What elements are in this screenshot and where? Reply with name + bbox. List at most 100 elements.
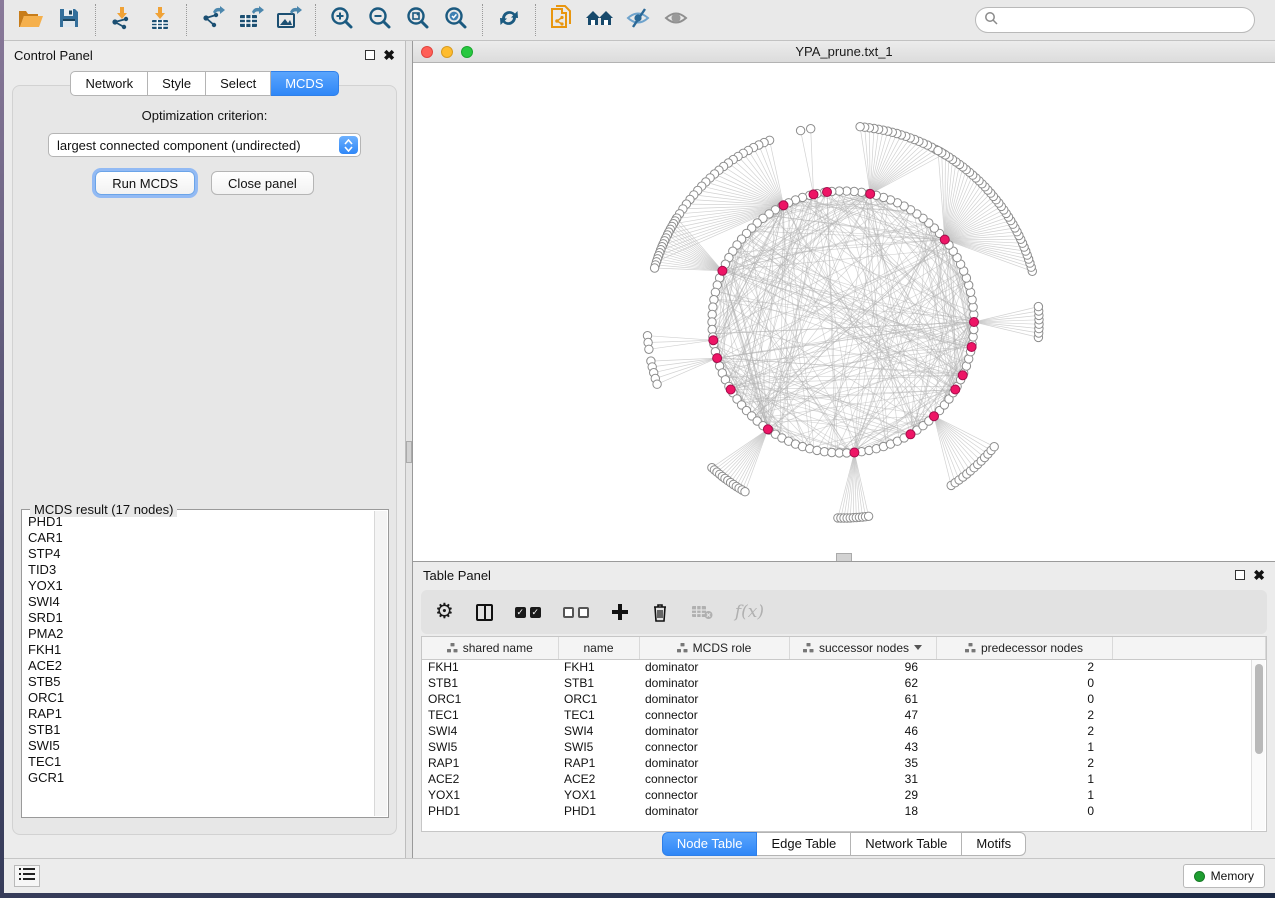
table-cell[interactable]: 1 [936,787,1112,803]
table-row[interactable]: TEC1TEC1connector472 [422,707,1266,723]
table-row[interactable]: SWI4SWI4dominator462 [422,723,1266,739]
tab-select[interactable]: Select [206,71,271,96]
table-cell[interactable]: connector [639,707,789,723]
clear-checks-icon[interactable] [563,607,589,618]
table-cell[interactable]: 0 [936,803,1112,819]
table-cell[interactable]: 31 [789,771,936,787]
table-cell[interactable]: 2 [936,755,1112,771]
mcds-result-item[interactable]: ACE2 [26,658,374,674]
table-row[interactable]: FKH1FKH1dominator962 [422,659,1266,675]
table-cell[interactable]: 2 [936,723,1112,739]
import-network-button[interactable] [105,4,139,36]
horizontal-splitter-grip[interactable] [836,553,852,561]
table-scrollbar[interactable] [1251,660,1265,830]
column-header-predecessor-nodes[interactable]: predecessor nodes [936,637,1112,659]
table-cell[interactable]: TEC1 [422,707,558,723]
mcds-result-item[interactable]: ORC1 [26,690,374,706]
export-network-button[interactable] [196,4,230,36]
criterion-select[interactable]: largest connected component (undirected) [48,133,361,157]
table-cell[interactable]: STB1 [558,675,639,691]
table-row[interactable]: STB1STB1dominator620 [422,675,1266,691]
mcds-result-item[interactable]: GCR1 [26,770,374,786]
mcds-result-item[interactable]: CAR1 [26,530,374,546]
table-cell[interactable]: dominator [639,675,789,691]
zoom-in-button[interactable] [325,4,359,36]
table-cell[interactable]: 43 [789,739,936,755]
table-row[interactable]: RAP1RAP1dominator352 [422,755,1266,771]
table-cell[interactable]: 18 [789,803,936,819]
table-row[interactable]: PHD1PHD1dominator180 [422,803,1266,819]
zoom-selected-button[interactable] [439,4,473,36]
table-cell[interactable]: SWI5 [558,739,639,755]
mcds-result-item[interactable]: STP4 [26,546,374,562]
import-table-button[interactable] [143,4,177,36]
table-cell[interactable]: 2 [936,659,1112,675]
mcds-result-item[interactable]: YOX1 [26,578,374,594]
table-row[interactable]: ORC1ORC1dominator610 [422,691,1266,707]
table-cell[interactable]: 96 [789,659,936,675]
task-history-button[interactable] [14,865,40,887]
table-cell[interactable]: 0 [936,691,1112,707]
export-image-button[interactable] [272,4,306,36]
table-row[interactable]: ACE2ACE2connector311 [422,771,1266,787]
table-cell[interactable]: FKH1 [422,659,558,675]
table-cell[interactable]: PHD1 [558,803,639,819]
table-cell[interactable]: 2 [936,707,1112,723]
tab-mcds[interactable]: MCDS [271,71,338,96]
show-graphics-button[interactable] [659,4,693,36]
tab-motifs[interactable]: Motifs [962,832,1026,856]
table-cell[interactable]: RAP1 [422,755,558,771]
table-cell[interactable]: SWI4 [558,723,639,739]
mcds-result-item[interactable]: SWI5 [26,738,374,754]
table-cell[interactable]: STB1 [422,675,558,691]
zoom-fit-button[interactable] [401,4,435,36]
tab-network[interactable]: Network [70,71,148,96]
table-cell[interactable]: 46 [789,723,936,739]
gear-icon[interactable]: ⚙ [435,602,454,622]
table-cell[interactable]: PHD1 [422,803,558,819]
mcds-result-item[interactable]: PMA2 [26,626,374,642]
table-row[interactable]: SWI5SWI5connector431 [422,739,1266,755]
mcds-result-item[interactable]: PHD1 [26,514,374,530]
vertical-splitter[interactable] [405,41,413,858]
table-cell[interactable]: dominator [639,659,789,675]
table-cell[interactable]: dominator [639,691,789,707]
table-cell[interactable]: dominator [639,723,789,739]
table-cell[interactable]: FKH1 [558,659,639,675]
select-all-checks-icon[interactable]: ✓✓ [515,607,541,618]
mcds-result-item[interactable]: FKH1 [26,642,374,658]
delete-column-icon[interactable] [651,602,669,622]
table-cell[interactable]: TEC1 [558,707,639,723]
memory-button[interactable]: Memory [1183,864,1265,888]
run-mcds-button[interactable]: Run MCDS [95,171,195,195]
mcds-result-item[interactable]: SWI4 [26,594,374,610]
tab-edge-table[interactable]: Edge Table [757,832,851,856]
table-cell[interactable]: YOX1 [422,787,558,803]
open-file-button[interactable] [14,4,48,36]
table-cell[interactable]: 35 [789,755,936,771]
refresh-layout-button[interactable] [492,4,526,36]
table-cell[interactable]: 1 [936,771,1112,787]
close-table-panel-icon[interactable]: ✖ [1253,570,1265,580]
mcds-result-item[interactable]: STB1 [26,722,374,738]
table-cell[interactable]: 0 [936,675,1112,691]
table-cell[interactable]: connector [639,787,789,803]
tab-network-table[interactable]: Network Table [851,832,962,856]
table-scrollbar-thumb[interactable] [1255,664,1263,754]
home-networks-button[interactable] [583,4,617,36]
network-canvas[interactable] [413,63,1275,561]
splitter-grip[interactable] [406,441,412,463]
column-header-successor-nodes[interactable]: successor nodes [789,637,936,659]
export-table-button[interactable] [234,4,268,36]
table-cell[interactable]: ORC1 [558,691,639,707]
tab-style[interactable]: Style [148,71,206,96]
mcds-result-item[interactable]: RAP1 [26,706,374,722]
table-cell[interactable]: SWI5 [422,739,558,755]
table-cell[interactable]: RAP1 [558,755,639,771]
table-cell[interactable]: 1 [936,739,1112,755]
table-cell[interactable]: 62 [789,675,936,691]
mcds-result-item[interactable]: STB5 [26,674,374,690]
table-cell[interactable]: connector [639,771,789,787]
mcds-result-item[interactable]: TEC1 [26,754,374,770]
mcds-result-item[interactable]: TID3 [26,562,374,578]
